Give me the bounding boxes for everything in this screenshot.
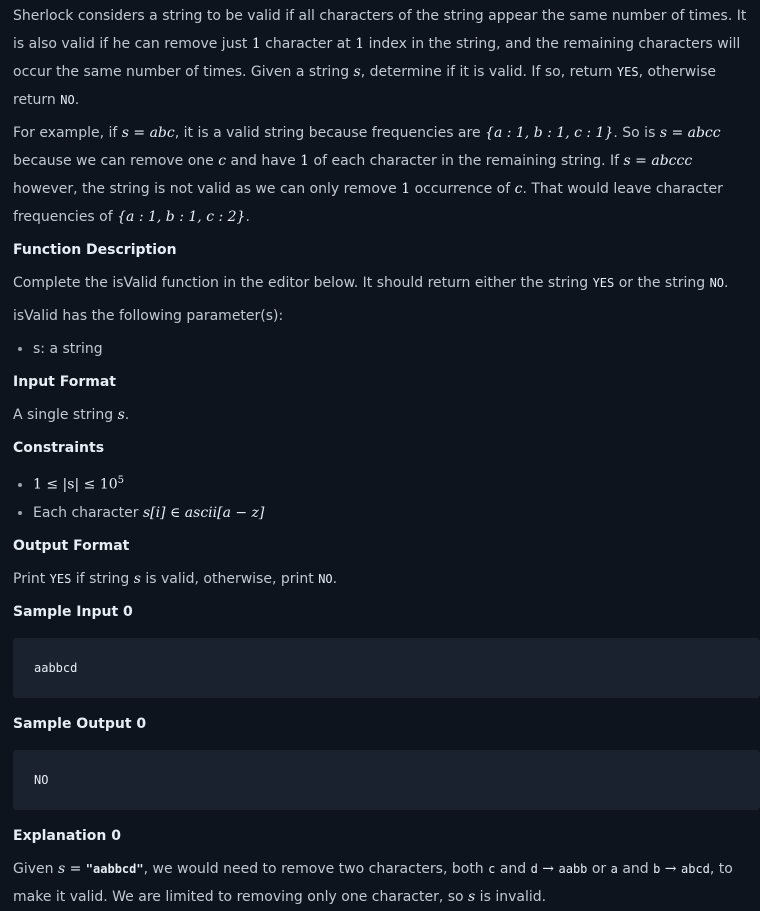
output-format-heading: Output Format [13,537,130,554]
text: For example, if [13,125,122,141]
function-description-heading: Function Description [13,242,177,258]
sample-output-heading: Sample Output 0 [13,715,147,732]
text: however, the string is not valid as we c… [13,181,402,197]
explanation-heading: Explanation 0 [13,827,121,844]
text: . [124,407,130,423]
text: is invalid. [475,888,547,905]
output-format-text: Print YES if string s is valid, otherwis… [13,565,752,593]
arrow: → [537,860,559,877]
inline-code: a [610,861,618,876]
math: s [117,407,125,423]
text: , determine if it is valid. If so, retur… [360,64,617,80]
constraints-list: 1 ≤ |s| ≤ 105 Each character s[i] ∈ asci… [13,467,752,527]
explanation-text: Given s = "aabbcd", we would need to rem… [13,855,752,911]
text: Each character [33,504,143,521]
math: s[i] ∈ ascii[a − z] [142,504,265,521]
intro-paragraph-2: For example, if s = abc, it is a valid s… [13,119,752,231]
inline-code: NO [318,571,333,586]
math: 1 [300,153,310,169]
text: occurrence of [410,181,515,197]
inline-code: NO [60,93,75,107]
parameters-list: s: a string [13,335,752,363]
math-exponent: 5 [117,475,124,486]
sample-input-code-block[interactable]: aabbcd [13,637,760,698]
math: s = abc [121,125,175,141]
text: and [617,860,654,877]
text: of each character in the remaining strin… [309,153,624,169]
text: Complete the isValid function in the edi… [13,275,593,291]
sample-input-heading: Sample Input 0 [13,603,133,620]
math: c [218,153,227,169]
sample-output-code-block[interactable]: NO [13,749,760,810]
math: {a : 1, b : 1, c : 1} [485,125,614,141]
math: 1 [355,36,365,52]
math: 1 [401,181,411,197]
function-description-text: Complete the isValid function in the edi… [13,269,752,297]
text: because we can remove one [13,153,219,169]
math: s = abcc [659,125,721,141]
text: . [332,570,338,587]
list-item: Each character s[i] ∈ ascii[a − z] [33,499,752,527]
text: or [587,860,611,877]
inline-code: YES [616,65,639,79]
math: s [353,64,361,80]
math: s = abccc [623,153,693,169]
text: , we would need to remove two characters… [143,860,489,877]
math: s [133,570,141,587]
text: A single string [13,407,118,423]
math-string: "aabbcd" [85,861,144,876]
text: , it is a valid string because frequenci… [174,125,486,141]
text: is valid, otherwise, print [140,570,319,587]
inline-code: d [530,861,538,876]
text: Print [13,570,50,587]
text: if string [71,570,134,587]
math: s [468,888,476,905]
list-item: 1 ≤ |s| ≤ 105 [33,467,752,499]
math: s = [57,860,86,877]
inline-code: abcd [681,861,710,876]
arrow: → [660,860,681,877]
text: . [245,209,250,225]
input-format-heading: Input Format [13,374,116,390]
text: character at [260,36,356,52]
list-item: s: a string [33,335,752,363]
text: and [495,860,531,877]
text: Given [13,860,58,877]
text: . [74,92,80,108]
constraints-heading: Constraints [13,440,105,456]
math: 1 ≤ |s| ≤ 10 [33,476,118,493]
problem-statement: Sherlock considers a string to be valid … [0,0,760,911]
inline-code: NO [709,276,725,290]
inline-code: YES [592,276,615,290]
text: and have [226,153,301,169]
text: . [724,275,729,291]
input-format-text: A single string s. [13,401,752,429]
math: 1 [251,36,261,52]
inline-code: YES [49,571,72,586]
text: or the string [614,275,710,291]
math: {a : 1, b : 1, c : 2} [117,209,246,225]
inline-code: aabb [558,861,588,876]
parameters-intro: isValid has the following parameter(s): [13,308,284,324]
intro-paragraph-1: Sherlock considers a string to be valid … [13,2,752,114]
text: . So is [613,125,660,141]
